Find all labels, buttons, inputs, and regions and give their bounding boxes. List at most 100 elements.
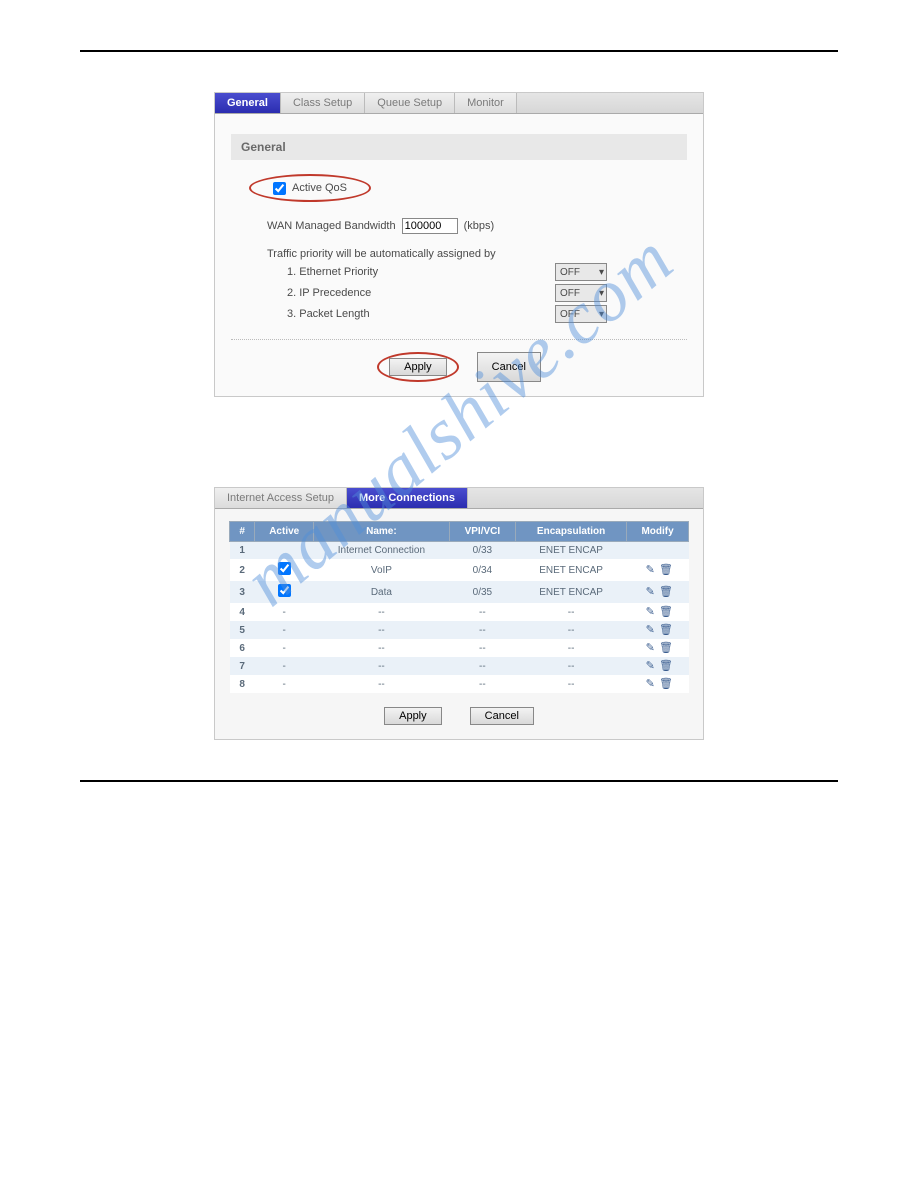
cell-modify: ✎ 🗑 [627, 559, 689, 581]
cell-modify: ✎ 🗑 [627, 675, 689, 693]
table-row: 6-------✎ 🗑 [230, 639, 689, 657]
col-vpi: VPI/VCI [449, 522, 515, 542]
delete-icon[interactable]: 🗑 [659, 660, 671, 672]
apply-button[interactable]: Apply [384, 707, 442, 725]
tab-internet-access-setup[interactable]: Internet Access Setup [215, 488, 347, 508]
chevron-down-icon: ▾ [599, 288, 604, 299]
cell-modify: ✎ 🗑 [627, 603, 689, 621]
row-active-checkbox[interactable] [278, 584, 291, 597]
active-qos-row: Active QoS [249, 174, 371, 202]
cell-name: -- [314, 639, 450, 657]
cell-vpi: -- [449, 621, 515, 639]
col-name: Name: [314, 522, 450, 542]
top-rule [80, 50, 838, 52]
tab-class-setup[interactable]: Class Setup [281, 93, 365, 113]
priority-item-packet: 3. Packet Length OFF▾ [287, 305, 607, 323]
cell-enc: ENET ENCAP [516, 559, 627, 581]
bottom-rule [80, 780, 838, 782]
chevron-down-icon: ▾ [599, 309, 604, 320]
priority-label: 2. IP Precedence [287, 287, 371, 299]
cell-num: 8 [230, 675, 255, 693]
cell-vpi: -- [449, 639, 515, 657]
cancel-button[interactable]: Cancel [470, 707, 534, 725]
cell-num: 2 [230, 559, 255, 581]
col-active: Active [255, 522, 314, 542]
cell-active: - [255, 657, 314, 675]
tab-queue-setup[interactable]: Queue Setup [365, 93, 455, 113]
priority-list: 1. Ethernet Priority OFF▾ 2. IP Preceden… [287, 263, 687, 323]
connections-table: # Active Name: VPI/VCI Encapsulation Mod… [229, 521, 689, 693]
cell-vpi: -- [449, 603, 515, 621]
cell-name: -- [314, 621, 450, 639]
chevron-down-icon: ▾ [599, 267, 604, 278]
tab-monitor[interactable]: Monitor [455, 93, 517, 113]
cell-vpi: 0/34 [449, 559, 515, 581]
qos-tabs: General Class Setup Queue Setup Monitor [215, 93, 703, 114]
col-modify: Modify [627, 522, 689, 542]
priority-select-ethernet[interactable]: OFF▾ [555, 263, 607, 281]
priority-select-ip[interactable]: OFF▾ [555, 284, 607, 302]
cell-num: 4 [230, 603, 255, 621]
edit-icon[interactable]: ✎ [644, 624, 656, 636]
priority-intro: Traffic priority will be automatically a… [267, 248, 687, 260]
cell-enc: -- [516, 621, 627, 639]
edit-icon[interactable]: ✎ [644, 606, 656, 618]
bandwidth-input[interactable] [402, 218, 458, 234]
more-connections-panel: Internet Access Setup More Connections #… [214, 487, 704, 740]
bandwidth-row: WAN Managed Bandwidth (kbps) [267, 218, 687, 234]
delete-icon[interactable]: 🗑 [659, 642, 671, 654]
cell-name: Internet Connection [314, 542, 450, 560]
cell-active: - [255, 621, 314, 639]
edit-icon[interactable]: ✎ [644, 642, 656, 654]
active-qos-label: Active QoS [292, 182, 347, 194]
delete-icon[interactable]: 🗑 [659, 678, 671, 690]
cell-modify [627, 542, 689, 560]
row-active-checkbox[interactable] [278, 562, 291, 575]
cell-name: -- [314, 603, 450, 621]
cell-modify: ✎ 🗑 [627, 581, 689, 603]
active-qos-checkbox[interactable] [273, 182, 286, 195]
edit-icon[interactable]: ✎ [644, 586, 656, 598]
cell-num: 1 [230, 542, 255, 560]
apply-highlight: Apply [377, 352, 459, 382]
edit-icon[interactable]: ✎ [644, 678, 656, 690]
cell-name: VoIP [314, 559, 450, 581]
priority-select-packet[interactable]: OFF▾ [555, 305, 607, 323]
cell-active: - [255, 603, 314, 621]
cell-enc: -- [516, 639, 627, 657]
cell-vpi: -- [449, 657, 515, 675]
table-row: 1Internet Connection0/33ENET ENCAP [230, 542, 689, 560]
delete-icon[interactable]: 🗑 [659, 586, 671, 598]
cell-active [255, 559, 314, 581]
cell-num: 3 [230, 581, 255, 603]
cell-name: -- [314, 657, 450, 675]
cell-modify: ✎ 🗑 [627, 621, 689, 639]
delete-icon[interactable]: 🗑 [659, 624, 671, 636]
delete-icon[interactable]: 🗑 [659, 606, 671, 618]
tab-more-connections[interactable]: More Connections [347, 488, 468, 508]
cell-name: -- [314, 675, 450, 693]
cancel-button[interactable]: Cancel [477, 352, 541, 382]
cell-vpi: 0/35 [449, 581, 515, 603]
table-row: 2VoIP0/34ENET ENCAP✎ 🗑 [230, 559, 689, 581]
col-enc: Encapsulation [516, 522, 627, 542]
tab-general[interactable]: General [215, 93, 281, 113]
edit-icon[interactable]: ✎ [644, 660, 656, 672]
delete-icon[interactable]: 🗑 [659, 564, 671, 576]
priority-item-ip: 2. IP Precedence OFF▾ [287, 284, 607, 302]
cell-vpi: 0/33 [449, 542, 515, 560]
wan-tabs: Internet Access Setup More Connections [215, 488, 703, 509]
apply-button[interactable]: Apply [389, 358, 447, 376]
cell-enc: -- [516, 657, 627, 675]
table-row: 7-------✎ 🗑 [230, 657, 689, 675]
section-general-title: General [231, 134, 687, 160]
edit-icon[interactable]: ✎ [644, 564, 656, 576]
col-num: # [230, 522, 255, 542]
table-row: 3Data0/35ENET ENCAP✎ 🗑 [230, 581, 689, 603]
cell-modify: ✎ 🗑 [627, 657, 689, 675]
cell-vpi: -- [449, 675, 515, 693]
cell-enc: -- [516, 675, 627, 693]
table-row: 4-------✎ 🗑 [230, 603, 689, 621]
cell-active: - [255, 639, 314, 657]
priority-item-ethernet: 1. Ethernet Priority OFF▾ [287, 263, 607, 281]
